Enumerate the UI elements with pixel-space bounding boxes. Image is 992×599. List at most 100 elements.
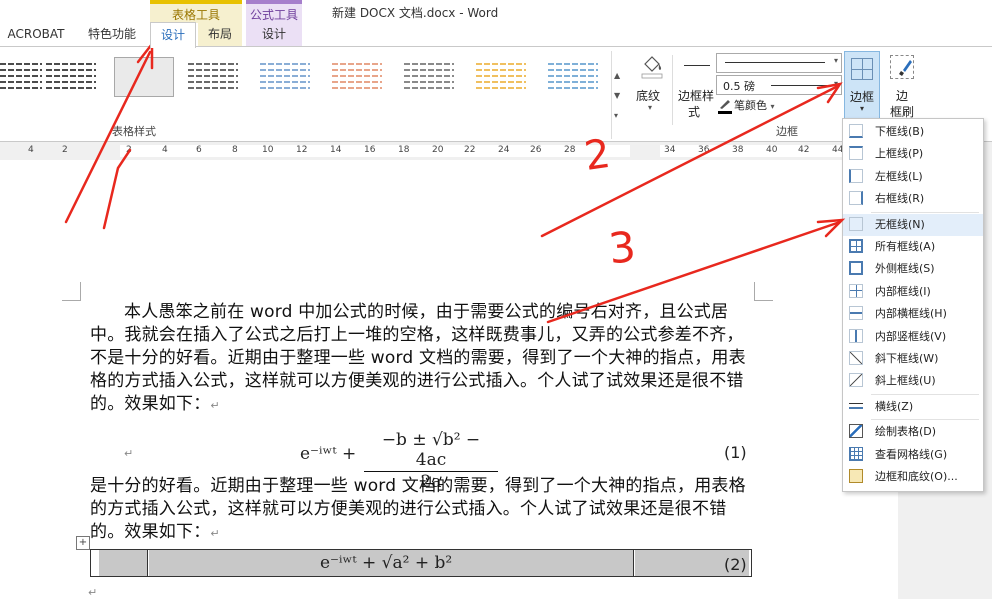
group-separator [672,55,673,125]
thumbnail-line [260,69,310,71]
equation-1[interactable]: e⁻ⁱʷᵗ + −b ± √b² − 4ac 2a [300,430,500,492]
line-weight-dropdown[interactable]: 0.5 磅 ▾ [716,75,842,95]
menu-item[interactable]: 横线(Z) [843,396,983,418]
table-style-thumbnail[interactable] [258,59,312,91]
group-label-borders: 边框 [776,125,798,138]
menu-item[interactable]: 绘制表格(D) [843,421,983,443]
borders-icon [851,58,873,80]
menu-item[interactable]: 边框和底纹(O)... [843,466,983,488]
menu-item-label: 左框线(L) [875,169,923,183]
menu-item[interactable]: 查看网格线(G) [843,444,983,466]
menu-item[interactable]: 斜下框线(W) [843,348,983,370]
menu-item[interactable]: 无框线(N) [843,213,983,236]
thumbnail-line [332,81,382,83]
tab-formula-design[interactable]: 设计 [246,22,302,46]
menu-separator [871,393,979,395]
menu-item[interactable]: 右框线(R) [843,188,983,210]
thumbnail-line [46,81,96,83]
borders-button[interactable]: 边框 ▾ [844,51,880,121]
paint-bucket-icon [640,53,664,79]
thumbnail-line [548,69,598,71]
menu-item-label: 查看网格线(G) [875,447,948,461]
tab-table-layout[interactable]: 布局 [198,22,242,46]
menu-separator [871,419,979,421]
thumbnail-line [0,81,42,83]
table-style-thumbnail[interactable] [330,59,384,91]
table-style-thumbnail[interactable] [0,59,44,91]
thumbnail-line [0,75,42,77]
ruler-number: 2 [126,145,132,155]
tab-table-design[interactable]: 设计 [150,22,196,48]
gallery-up-icon[interactable]: ▲ [614,71,620,80]
draw-table-icon [849,424,863,439]
thumbnail-line [188,87,238,89]
chevron-down-icon: ▾ [833,56,838,65]
ruler-number: 2 [62,145,68,155]
menu-item[interactable]: 斜上框线(U) [843,370,983,392]
pen-color-button[interactable]: 笔颜色 ▾ [718,97,775,114]
menu-item[interactable]: 外侧框线(S) [843,258,983,280]
page-corner-marker [62,282,81,301]
table-style-selected[interactable] [114,57,174,97]
table-style-thumbnail[interactable] [186,59,240,91]
thumbnail-line [46,75,96,77]
group-label-table-styles: 表格样式 [112,125,156,138]
tab-acrobat[interactable]: ACROBAT [6,22,66,46]
line-style-dropdown[interactable]: ▾ [716,53,842,73]
thumbnail-line [260,75,310,77]
border-painter-button[interactable]: 边 框刷 [884,51,920,121]
ruler-number: 18 [398,145,410,155]
menu-item-label: 横线(Z) [875,399,914,413]
paragraph-intro[interactable]: 本人愚笨之前在 word 中加公式的时候，由于需要公式的编号右对齐，且公式居中。… [90,301,754,417]
borders-dropdown-menu: 下框线(B) 上框线(P) 左框线(L) 右框线(R) 无框线(N) 所有框线(A) 外侧框… [842,118,984,492]
ruler-number: 34 [664,145,676,155]
tab-special-features[interactable]: 特色功能 [84,22,140,46]
pen-color-icon [718,99,732,114]
table-cell-left[interactable] [99,550,147,576]
menu-item[interactable]: 内部横框线(H) [843,303,983,325]
page-corner-marker [754,282,773,301]
thumbnail-line [548,63,598,65]
thumbnail-line [188,81,238,83]
gallery-scrollbar[interactable]: ▲ ▼ ▾ [611,51,626,139]
menu-item-label: 斜下框线(W) [875,352,939,365]
table-style-thumbnail[interactable] [546,59,600,91]
ruler-number: 4 [28,145,34,155]
pen-color-label: 笔颜色 [734,99,767,112]
inside-vertical-border-icon [849,328,863,343]
chevron-down-icon: ▾ [770,102,775,111]
paragraph-mark: ↵ [210,527,220,540]
menu-item[interactable]: 左框线(L) [843,166,983,188]
table-move-handle-icon[interactable]: + [76,536,90,550]
menu-item-label: 下框线(B) [875,125,925,138]
menu-item-label: 内部横框线(H) [875,307,947,321]
menu-item[interactable]: 内部竖框线(V) [843,326,983,348]
thumbnail-line [404,63,454,65]
ruler-number: 4 [162,145,168,155]
paragraph-second[interactable]: 是十分的好看。近期由于整理一些 word 文档的需要，得到了一个大神的指点，用表… [90,475,754,545]
ruler-number: 36 [698,145,710,155]
border-painter-label: 边 [895,89,908,103]
shading-dropdown-icon[interactable]: ▾ [648,103,652,112]
menu-item[interactable]: 内部框线(I) [843,281,983,303]
diagonal-down-border-icon [849,351,863,365]
ruler-number: 12 [296,145,308,155]
menu-item[interactable]: 下框线(B) [843,121,983,143]
thumbnail-line [46,87,96,89]
border-styles-label-line2[interactable]: 式 [688,103,700,120]
table-style-thumbnail[interactable] [44,59,98,91]
context-label-table-tools: 表格工具 [171,8,220,22]
line-weight-value: 0.5 磅 [723,80,755,93]
menu-item[interactable]: 所有框线(A) [843,236,983,258]
ruler-number: 10 [262,145,274,155]
table-style-thumbnail[interactable] [474,59,528,91]
menu-item-label: 无框线(N) [875,217,925,231]
thumbnail-line [476,69,526,71]
ruler-number: 24 [498,145,510,155]
gallery-down-icon[interactable]: ▼ [614,91,620,100]
border-styles-label[interactable]: 边框样 [678,87,714,104]
ruler-number: 16 [364,145,376,155]
table-style-thumbnail[interactable] [402,59,456,91]
menu-item[interactable]: 上框线(P) [843,143,983,165]
gallery-more-icon[interactable]: ▾ [614,111,618,120]
